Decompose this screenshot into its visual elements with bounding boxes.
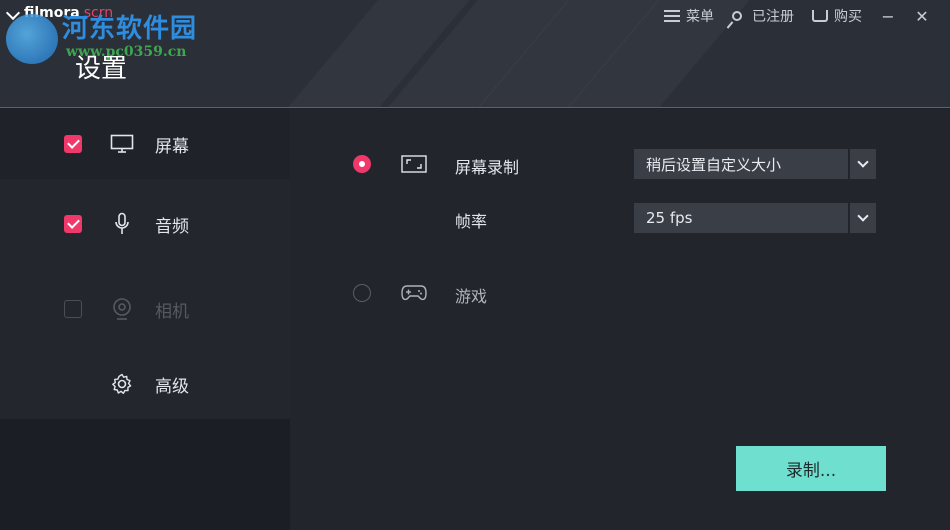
watermark-logo-icon [6,14,58,64]
hamburger-icon [664,10,680,22]
screen-record-label: 屏幕录制 [455,158,520,177]
menu-label: 菜单 [686,9,714,25]
sidebar: 屏幕 音频 相机 高级 [0,109,290,530]
top-toolbar: 菜单 已注册 购买 − ✕ [664,6,930,26]
game-record-radio[interactable] [353,284,371,302]
minimize-button[interactable]: − [880,7,896,26]
key-icon [732,11,742,21]
menu-button[interactable]: 菜单 [664,6,714,26]
camera-checkbox[interactable] [64,300,82,318]
record-button[interactable]: 录制... [736,446,886,491]
buy-button[interactable]: 购买 [812,6,862,26]
register-label: 已注册 [752,9,794,25]
sidebar-item-camera[interactable]: 相机 [0,269,290,349]
chevron-down-icon[interactable] [848,203,876,233]
framerate-select[interactable]: 25 fps [634,203,876,233]
settings-panel: 屏幕录制 稍后设置自定义大小 帧率 25 fps 游戏 录制... [290,109,950,530]
chevron-down-icon[interactable] [848,149,876,179]
sidebar-item-label: 相机 [155,301,189,322]
watermark-title: 河东软件园 [62,14,198,44]
close-button[interactable]: ✕ [914,7,930,26]
framerate-value: 25 fps [646,209,693,227]
record-area-select[interactable]: 稍后设置自定义大小 [634,149,876,179]
sidebar-item-advanced[interactable]: 高级 [0,349,290,419]
buy-label: 购买 [834,9,862,25]
webcam-icon [110,297,134,321]
game-record-label: 游戏 [455,287,488,306]
page-title: 设置 [75,54,128,84]
screen-record-radio[interactable] [353,155,371,173]
screen-checkbox[interactable] [64,135,82,153]
sidebar-item-label: 屏幕 [155,136,189,157]
fullscreen-icon [400,154,428,174]
sidebar-item-label: 音频 [155,216,189,237]
title-bar: filmora scrn 河东软件园 www.pc0359.cn 设置 菜单 已注… [0,0,950,108]
sidebar-item-audio[interactable]: 音频 [0,179,290,269]
framerate-label: 帧率 [455,212,488,231]
cart-icon [812,10,828,22]
record-area-value: 稍后设置自定义大小 [646,155,782,174]
register-button[interactable]: 已注册 [732,6,794,26]
gear-icon [110,372,134,396]
gamepad-icon [400,283,428,303]
audio-checkbox[interactable] [64,215,82,233]
monitor-icon [110,132,134,156]
sidebar-item-screen[interactable]: 屏幕 [0,109,290,179]
microphone-icon [110,212,134,236]
sidebar-item-label: 高级 [155,376,189,397]
